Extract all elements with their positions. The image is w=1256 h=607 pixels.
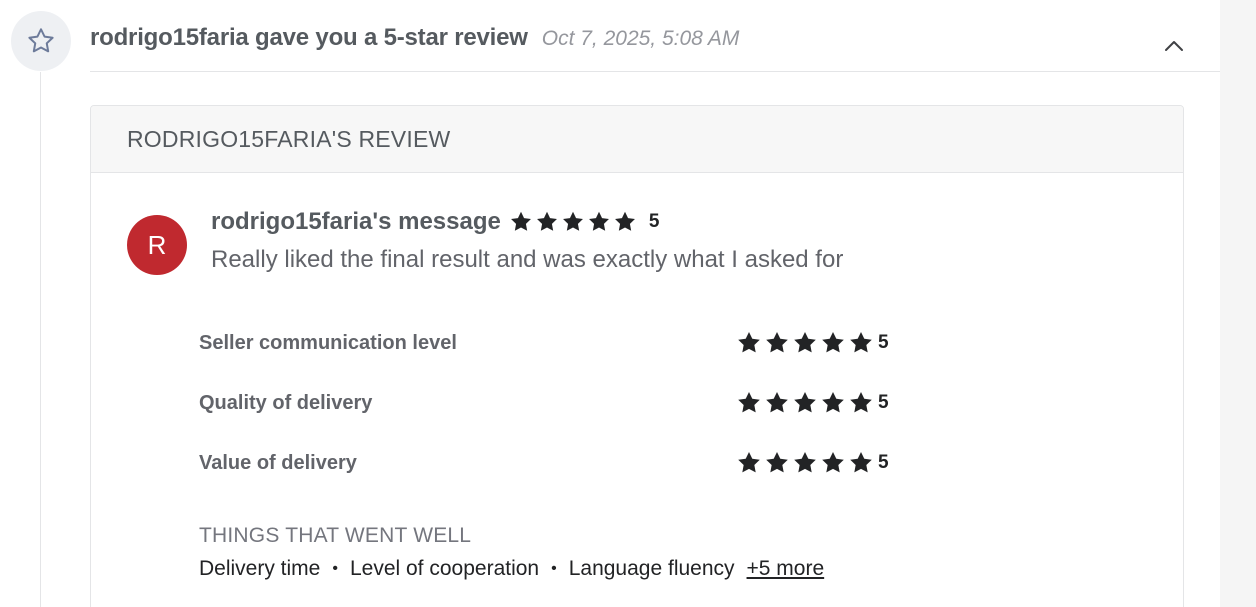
star-icon <box>562 211 583 231</box>
rating-label: Seller communication level <box>199 332 457 354</box>
bullet-separator: • <box>551 560 557 577</box>
event-title: rodrigo15faria gave you a 5-star review <box>90 24 528 51</box>
star-icon <box>822 451 844 473</box>
star-icon <box>614 211 635 231</box>
review-card-header: RODRIGO15FARIA'S REVIEW <box>91 106 1183 173</box>
star-icon <box>794 451 816 473</box>
star-outline-icon <box>11 11 71 71</box>
rating-value: 5 <box>878 452 889 473</box>
star-icon <box>766 451 788 473</box>
order-activity-panel: rodrigo15faria gave you a 5-star review … <box>0 0 1256 607</box>
timeline-line <box>40 72 41 607</box>
chevron-up-icon <box>1165 41 1183 51</box>
review-author-label: rodrigo15faria's message <box>211 208 501 235</box>
star-icon <box>510 211 531 231</box>
event-header: rodrigo15faria gave you a 5-star review … <box>90 24 739 58</box>
star-icon <box>794 331 816 353</box>
rating-row-communication: Seller communication level 5 <box>199 330 899 362</box>
star-icon <box>850 451 872 473</box>
star-icon <box>766 391 788 413</box>
header-divider <box>90 71 1220 72</box>
went-well-tag: Delivery time <box>199 557 321 580</box>
star-icon <box>850 331 872 353</box>
rating-value: 5 <box>878 332 889 353</box>
rating-label: Value of delivery <box>199 452 357 474</box>
star-icon <box>850 391 872 413</box>
went-well-tag: Level of cooperation <box>349 557 540 580</box>
rating-value-group: 5 <box>736 390 889 416</box>
went-well-tags: Delivery time • Level of cooperation • L… <box>199 557 824 581</box>
star-icon <box>588 211 609 231</box>
star-rating <box>736 390 874 416</box>
star-icon <box>738 391 760 413</box>
went-well-title: THINGS THAT WENT WELL <box>199 524 472 547</box>
rating-value: 5 <box>878 392 889 413</box>
star-rating <box>736 450 874 476</box>
review-header-title: RODRIGO15FARIA'S REVIEW <box>127 125 451 152</box>
star-icon <box>738 331 760 353</box>
rating-value-group: 5 <box>736 330 889 356</box>
collapse-button[interactable] <box>1160 32 1188 60</box>
event-timestamp: Oct 7, 2025, 5:08 AM <box>541 27 740 50</box>
overall-rating-value: 5 <box>648 211 660 232</box>
review-message-text: Really liked the final result and was ex… <box>211 246 844 273</box>
rating-label: Quality of delivery <box>199 392 373 414</box>
review-message-header: rodrigo15faria's message 5 <box>211 208 659 236</box>
rating-value-group: 5 <box>736 450 889 476</box>
star-icon <box>794 391 816 413</box>
star-icon <box>766 331 788 353</box>
rating-row-quality: Quality of delivery 5 <box>199 390 899 422</box>
rating-row-value: Value of delivery 5 <box>199 450 899 482</box>
overall-star-rating <box>509 210 637 234</box>
star-icon <box>822 331 844 353</box>
more-tags-link[interactable]: +5 more <box>747 557 825 581</box>
star-rating <box>736 330 874 356</box>
star-icon <box>822 391 844 413</box>
star-icon <box>738 451 760 473</box>
avatar[interactable]: R <box>127 215 187 275</box>
star-icon <box>536 211 557 231</box>
review-card: RODRIGO15FARIA'S REVIEW R rodrigo15faria… <box>90 105 1184 607</box>
scrollbar-gutter <box>1220 0 1256 607</box>
bullet-separator: • <box>332 560 338 577</box>
went-well-tag: Language fluency <box>568 557 735 580</box>
